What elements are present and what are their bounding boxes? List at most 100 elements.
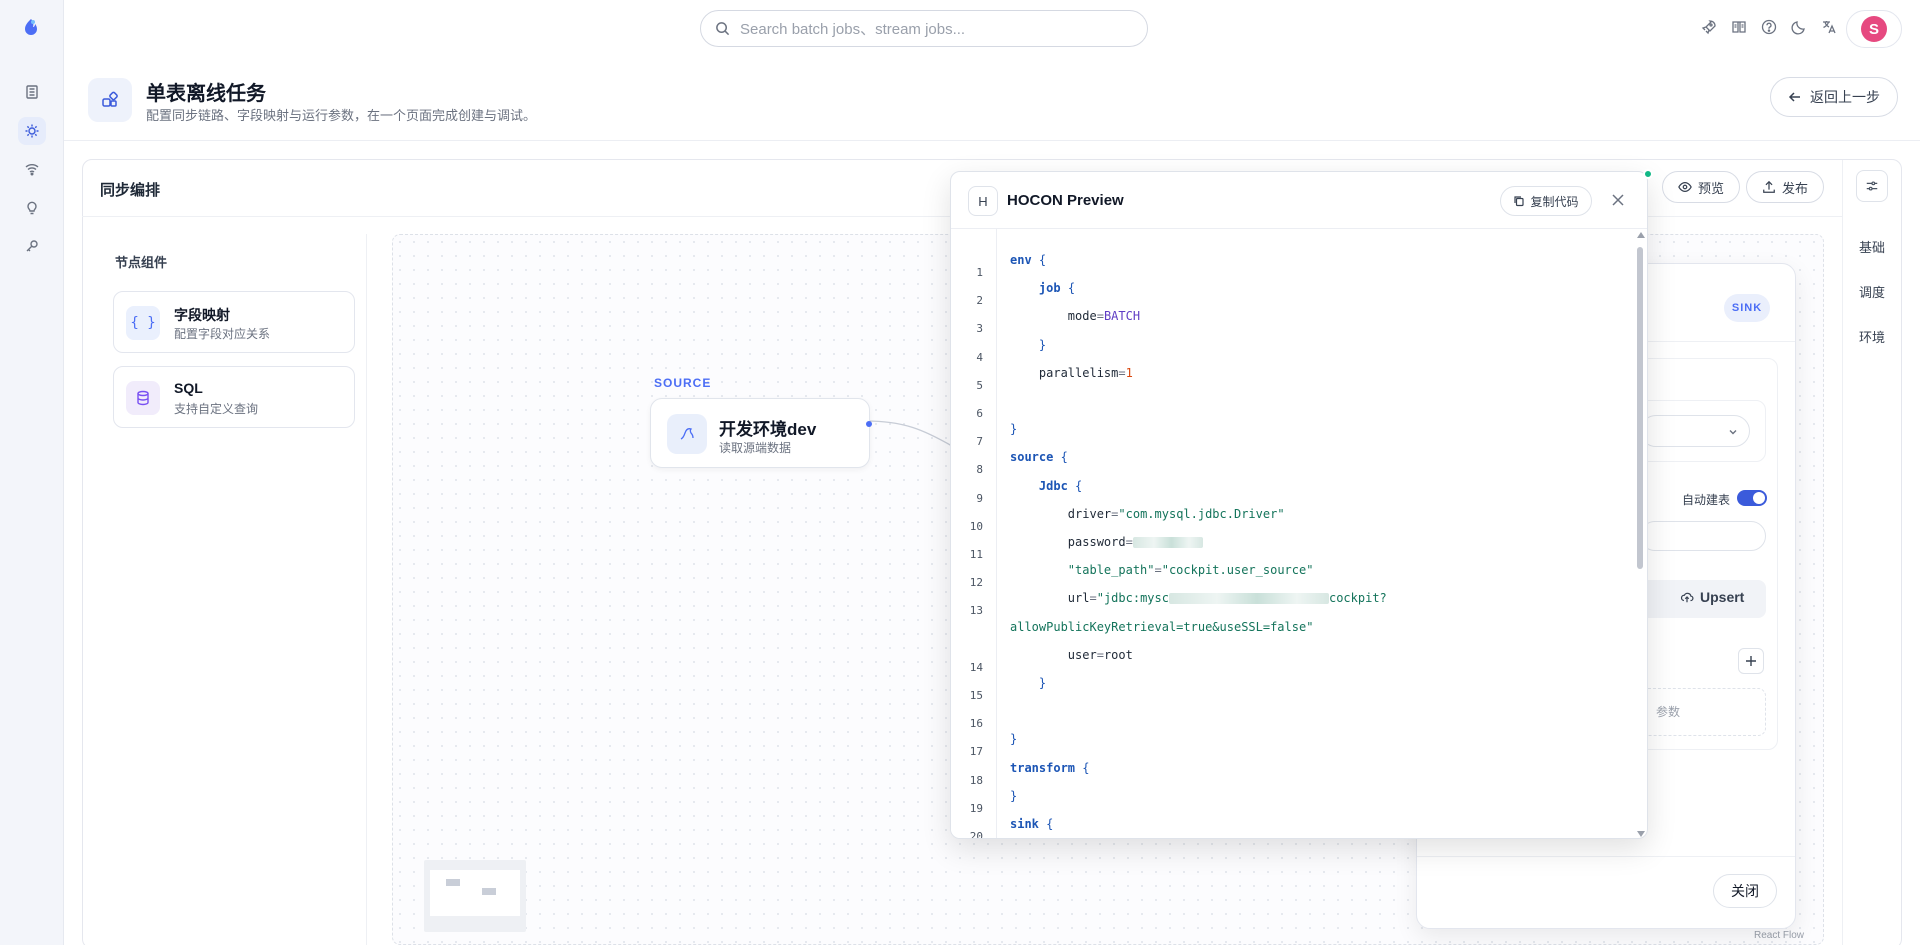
source-tag: SOURCE	[654, 376, 712, 390]
line-number: 17	[969, 745, 983, 759]
arrow-left-icon	[1788, 92, 1800, 102]
code-line: mode=BATCH	[1010, 309, 1141, 324]
code-line: sink {	[1010, 817, 1054, 831]
line-number: 11	[969, 548, 983, 561]
code-line: env {	[1010, 253, 1047, 267]
database-icon	[126, 381, 160, 415]
component-subtitle: 支持自定义查询	[174, 402, 259, 416]
source-node[interactable]: 开发环境dev 读取源端数据	[650, 398, 872, 468]
upload-icon	[1763, 180, 1775, 193]
settings-side-column	[1842, 160, 1900, 945]
react-flow-attribution[interactable]: React Flow	[1754, 930, 1804, 941]
close-icon	[1612, 194, 1624, 206]
code-line: }	[1010, 337, 1047, 352]
code-scrollbar-thumb[interactable]	[1637, 247, 1643, 569]
rail-lightbulb-icon[interactable]	[18, 194, 46, 222]
left-rail	[0, 0, 64, 945]
code-line: user=root	[1010, 647, 1133, 662]
copy-code-button[interactable]: 复制代码	[1500, 186, 1592, 216]
page-subtitle: 配置同步链路、字段映射与运行参数，在一个页面完成创建与调试。	[146, 108, 537, 123]
sliders-icon	[1866, 181, 1878, 191]
code-line: }	[1010, 676, 1047, 690]
preview-label: 预览	[1697, 180, 1724, 196]
back-label: 返回上一步	[1810, 89, 1880, 105]
braces-icon: { }	[126, 306, 160, 340]
modal-close-button[interactable]	[1608, 190, 1628, 210]
line-number: 13	[969, 604, 983, 618]
cloud-upload-icon	[1680, 592, 1694, 603]
chevron-down-icon	[1729, 430, 1737, 435]
card-title: 同步编排	[100, 182, 161, 199]
eye-icon	[1678, 182, 1692, 192]
rail-file-list-icon[interactable]	[18, 78, 46, 106]
app-logo[interactable]	[19, 16, 43, 40]
component-field-mapping[interactable]: { } 字段映射 配置字段对应关系	[113, 291, 355, 353]
code-line: password=	[1010, 535, 1203, 549]
back-button[interactable]: 返回上一步	[1770, 77, 1898, 117]
node-title: 开发环境dev	[719, 420, 817, 439]
code-line: }	[1010, 788, 1018, 803]
side-tab-basic[interactable]: 基础	[1856, 237, 1888, 256]
hocon-badge: H	[968, 186, 998, 216]
code-line: driver="com.mysql.jdbc.Driver"	[1010, 506, 1285, 521]
help-icon[interactable]	[1760, 18, 1778, 36]
auto-create-toggle[interactable]	[1737, 490, 1767, 506]
node-handle[interactable]	[866, 421, 872, 427]
copy-icon	[1514, 196, 1525, 207]
line-number: 2	[976, 294, 983, 308]
edge-line	[865, 420, 953, 447]
upsert-option[interactable]: Upsert	[1680, 589, 1744, 605]
rail-key-icon[interactable]	[18, 232, 46, 260]
line-number: 18	[969, 773, 983, 787]
line-number: 9	[976, 491, 983, 505]
code-line: parallelism=1	[1010, 365, 1133, 380]
search-icon	[716, 22, 730, 36]
page-icon	[88, 78, 132, 122]
side-tab-schedule[interactable]: 调度	[1856, 282, 1888, 301]
publish-button[interactable]: 发布	[1746, 171, 1824, 203]
line-number: 3	[976, 322, 983, 336]
drawer-footer-divider	[1417, 856, 1795, 857]
code-line: source {	[1010, 450, 1068, 465]
line-number: 4	[976, 350, 983, 364]
side-tab-env[interactable]: 环境	[1856, 327, 1888, 346]
settings-toggle-button[interactable]	[1856, 170, 1888, 202]
line-number: 20	[969, 830, 983, 839]
translate-icon[interactable]	[1820, 18, 1838, 36]
redacted-text	[1168, 593, 1329, 605]
components-divider	[366, 234, 367, 945]
line-number: 1	[976, 266, 983, 279]
user-menu[interactable]: S	[1846, 10, 1902, 48]
moon-icon[interactable]	[1790, 18, 1808, 36]
minimap[interactable]	[424, 860, 526, 932]
drawer-close-button[interactable]: 关闭	[1713, 874, 1777, 908]
plus-icon	[1746, 656, 1756, 666]
add-param-button[interactable]	[1738, 648, 1764, 674]
code-line: }	[1010, 422, 1018, 437]
params-empty-text: 参数	[1656, 705, 1681, 719]
component-sql[interactable]: SQL 支持自定义查询	[113, 366, 355, 428]
rocket-icon[interactable]	[1700, 18, 1718, 36]
rail-wifi-icon[interactable]	[18, 155, 46, 183]
line-number: 10	[969, 519, 983, 533]
book-icon[interactable]	[1730, 18, 1748, 36]
page-title: 单表离线任务	[146, 83, 266, 105]
copy-label: 复制代码	[1530, 194, 1579, 209]
table-select[interactable]	[1640, 415, 1750, 447]
code-line: transform {	[1010, 760, 1090, 775]
component-subtitle: 配置字段对应关系	[174, 327, 271, 341]
line-number: 12	[969, 576, 983, 590]
code-line: url="jdbc:mysc cockpit?	[1010, 591, 1387, 606]
component-title: 字段映射	[174, 307, 230, 323]
header-divider	[64, 140, 1920, 141]
rail-bug-icon[interactable]	[18, 117, 46, 145]
upsert-label: Upsert	[1700, 589, 1745, 605]
preview-button[interactable]: 预览	[1662, 171, 1740, 203]
hocon-preview-modal: H HOCON Preview 复制代码 env {1 job {2 mode=…	[950, 171, 1648, 839]
avatar: S	[1861, 16, 1887, 42]
drawer-text-input[interactable]	[1640, 521, 1766, 551]
modal-header: H HOCON Preview 复制代码	[951, 172, 1647, 229]
search-input[interactable]: Search batch jobs、stream jobs...	[700, 10, 1148, 47]
modal-title: HOCON Preview	[1007, 192, 1124, 209]
line-number: 6	[976, 407, 983, 420]
